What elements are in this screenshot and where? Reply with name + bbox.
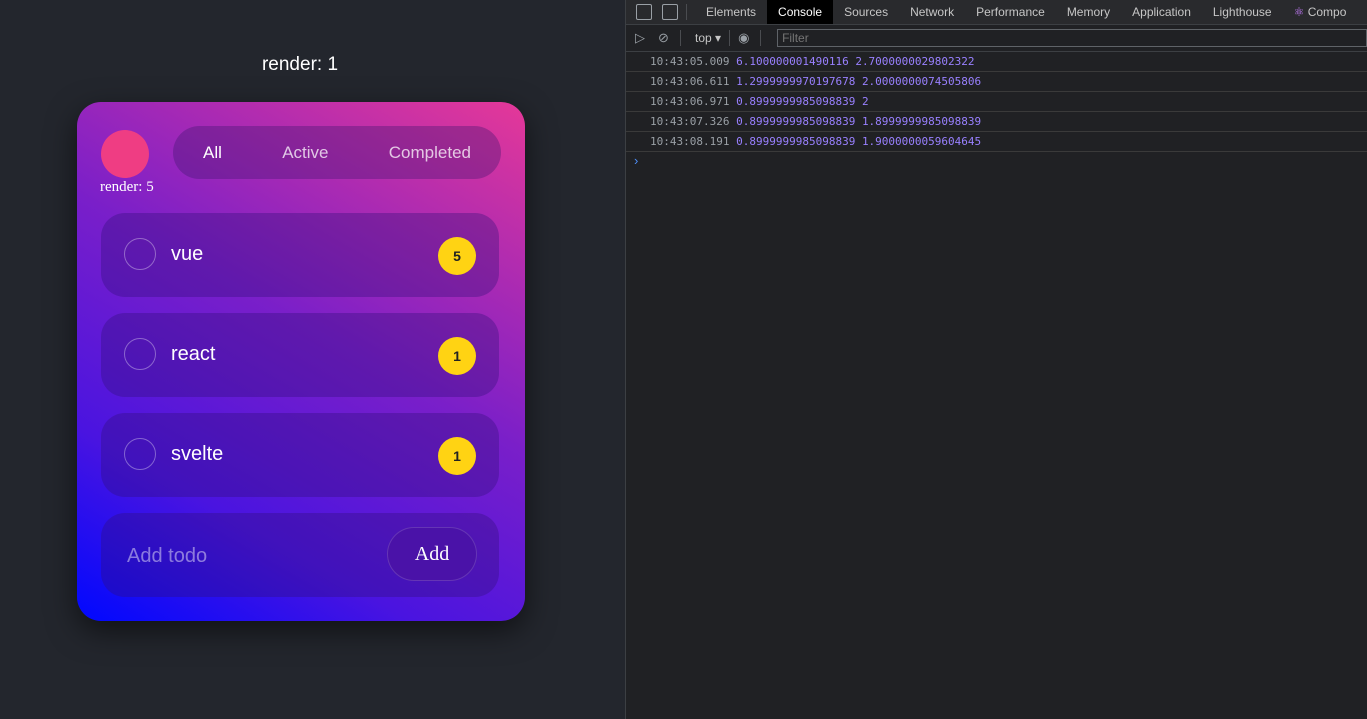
log-message: 6.100000001490116 2.7000000029802322 (736, 55, 975, 68)
device-toolbar-icon[interactable] (662, 4, 678, 20)
todo-item: vue 5 (101, 213, 499, 297)
page-render-count: render: 1 (261, 54, 339, 75)
divider (680, 30, 681, 46)
log-entry: 10:43:06.611 1.2999999970197678 2.000000… (626, 72, 1367, 92)
todo-checkbox[interactable] (124, 438, 156, 470)
context-value: top (695, 31, 712, 45)
todo-item: svelte 1 (101, 413, 499, 497)
todo-count-badge: 5 (438, 237, 476, 275)
log-timestamp: 10:43:06.611 (650, 75, 730, 88)
todo-label: vue (171, 243, 204, 265)
app-pane: render: 1 render: 5 All Active Completed… (0, 0, 625, 719)
log-message: 1.2999999970197678 2.0000000074505806 (736, 75, 982, 88)
tab-performance[interactable]: Performance (965, 0, 1056, 24)
clear-console-icon[interactable]: ⊘ (658, 31, 672, 45)
add-button[interactable]: Add (387, 527, 477, 581)
tab-console[interactable]: Console (767, 0, 834, 24)
divider (760, 30, 762, 46)
inspect-element-icon[interactable] (636, 4, 652, 20)
log-entry: 10:43:07.326 0.8999999985098839 1.899999… (626, 112, 1367, 132)
console-prompt[interactable]: › (626, 152, 1367, 170)
tab-lighthouse[interactable]: Lighthouse (1202, 0, 1283, 24)
todo-label: react (171, 343, 216, 365)
log-entry: 10:43:08.191 0.8999999985098839 1.900000… (626, 132, 1367, 152)
log-timestamp: 10:43:05.009 (650, 55, 730, 68)
log-entry: 10:43:05.009 6.100000001490116 2.7000000… (626, 52, 1367, 72)
console-log: 10:43:05.009 6.100000001490116 2.7000000… (626, 52, 1367, 170)
todo-item: react 1 (101, 313, 499, 397)
log-message: 0.8999999985098839 2 (736, 95, 869, 108)
tab-all[interactable]: All (203, 143, 222, 163)
tab-components[interactable]: ⚛ Compo (1283, 0, 1358, 24)
tab-elements[interactable]: Elements (695, 0, 767, 24)
todo-card: render: 5 All Active Completed vue 5 rea… (77, 102, 525, 621)
tab-active[interactable]: Active (282, 143, 328, 163)
divider (729, 30, 731, 46)
tab-network[interactable]: Network (899, 0, 965, 24)
log-timestamp: 10:43:06.971 (650, 95, 730, 108)
add-todo-row: Add (101, 513, 499, 597)
todo-label: svelte (171, 443, 224, 465)
log-message: 0.8999999985098839 1.8999999985098839 (736, 115, 982, 128)
react-icon: ⚛ (1293, 5, 1305, 19)
todo-checkbox[interactable] (124, 338, 156, 370)
tab-completed[interactable]: Completed (389, 143, 471, 163)
chevron-down-icon: ▾ (715, 31, 722, 45)
devtools-tab-bar: Elements Console Sources Network Perform… (626, 0, 1367, 25)
context-selector[interactable]: top ▾ (695, 31, 721, 45)
tab-sources[interactable]: Sources (833, 0, 899, 24)
tab-memory[interactable]: Memory (1056, 0, 1121, 24)
tab-application[interactable]: Application (1121, 0, 1202, 24)
log-timestamp: 10:43:08.191 (650, 135, 730, 148)
todo-checkbox[interactable] (124, 238, 156, 270)
console-toolbar: ▷ ⊘ top ▾ ◉ (626, 25, 1367, 52)
devtools-panel: Elements Console Sources Network Perform… (625, 0, 1367, 719)
tab-components-label: Compo (1307, 5, 1347, 19)
card-render-count: render: 5 (100, 179, 154, 195)
log-timestamp: 10:43:07.326 (650, 115, 730, 128)
log-entry: 10:43:06.971 0.8999999985098839 2 (626, 92, 1367, 112)
sidebar-toggle-icon[interactable]: ▷ (635, 31, 649, 45)
divider (686, 4, 687, 20)
filter-tabs: All Active Completed (173, 126, 501, 179)
add-todo-input[interactable] (125, 537, 369, 575)
avatar (101, 130, 149, 178)
console-filter-input[interactable] (777, 29, 1367, 47)
todo-count-badge: 1 (438, 337, 476, 375)
todo-count-badge: 1 (438, 437, 476, 475)
log-message: 0.8999999985098839 1.9000000059604645 (736, 135, 982, 148)
eye-icon[interactable]: ◉ (738, 31, 752, 45)
